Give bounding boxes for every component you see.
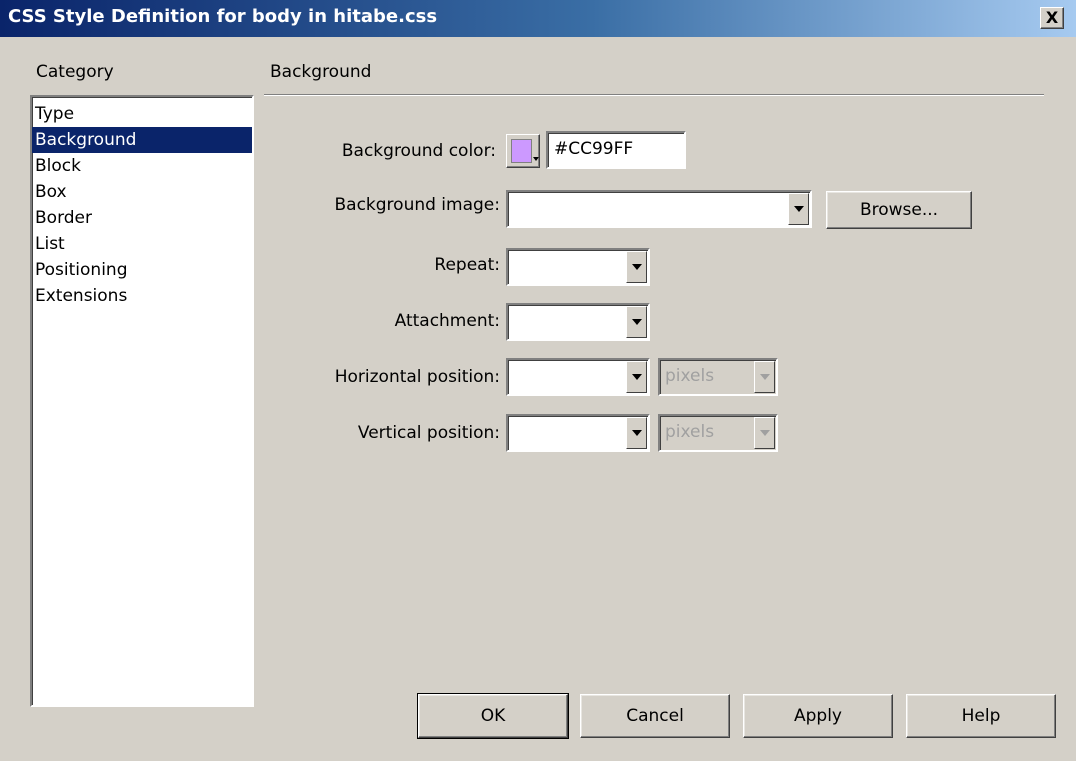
repeat-select[interactable]: [506, 248, 650, 286]
repeat-dropdown-button[interactable]: [626, 251, 647, 283]
chevron-down-icon: [794, 206, 804, 212]
category-item-block[interactable]: Block: [32, 153, 252, 179]
window-title: CSS Style Definition for body in hitabe.…: [8, 6, 438, 27]
horizontal-unit-value: pixels: [665, 366, 715, 386]
ok-button[interactable]: OK: [417, 693, 569, 739]
horizontal-position-dropdown-button[interactable]: [626, 361, 647, 393]
color-picker-button[interactable]: [506, 134, 540, 168]
category-item-type[interactable]: Type: [32, 101, 252, 127]
vertical-position-label: Vertical position:: [357, 423, 500, 443]
chevron-down-icon: [632, 319, 642, 325]
vertical-unit-select: pixels: [658, 414, 778, 452]
horizontal-position-label: Horizontal position:: [334, 367, 500, 387]
chevron-down-icon: [632, 264, 642, 270]
horizontal-unit-select: pixels: [658, 358, 778, 396]
help-button[interactable]: Help: [906, 694, 1056, 738]
horizontal-position-select[interactable]: [506, 358, 650, 396]
chevron-down-icon: [632, 374, 642, 380]
vertical-unit-dropdown-button: [754, 417, 775, 449]
background-image-combo[interactable]: [506, 190, 812, 228]
background-color-input[interactable]: #CC99FF: [546, 131, 686, 169]
horizontal-unit-dropdown-button: [754, 361, 775, 393]
background-image-dropdown-button[interactable]: [788, 193, 809, 225]
title-bar: CSS Style Definition for body in hitabe.…: [0, 0, 1076, 37]
category-item-background[interactable]: Background: [32, 127, 252, 153]
chevron-down-icon: [760, 430, 770, 436]
category-item-positioning[interactable]: Positioning: [32, 257, 252, 283]
category-item-border[interactable]: Border: [32, 205, 252, 231]
vertical-position-select[interactable]: [506, 414, 650, 452]
chevron-down-icon: [632, 430, 642, 436]
close-button[interactable]: X: [1040, 7, 1064, 29]
vertical-position-dropdown-button[interactable]: [626, 417, 647, 449]
repeat-label: Repeat:: [434, 255, 500, 275]
category-item-list[interactable]: List: [32, 231, 252, 257]
heading-divider: [264, 94, 1044, 96]
color-swatch-icon: [511, 139, 532, 163]
background-image-label: Background image:: [334, 195, 500, 215]
vertical-unit-value: pixels: [665, 422, 715, 442]
swatch-dropdown-icon: [533, 157, 539, 161]
category-heading: Category: [36, 62, 114, 82]
attachment-label: Attachment:: [394, 311, 500, 331]
attachment-select[interactable]: [506, 303, 650, 341]
browse-button[interactable]: Browse...: [826, 191, 972, 229]
apply-button[interactable]: Apply: [743, 694, 893, 738]
category-item-extensions[interactable]: Extensions: [32, 283, 252, 309]
cancel-button[interactable]: Cancel: [580, 694, 730, 738]
panel-heading: Background: [270, 62, 372, 82]
attachment-dropdown-button[interactable]: [626, 306, 647, 338]
background-color-label: Background color:: [341, 141, 496, 161]
category-item-box[interactable]: Box: [32, 179, 252, 205]
chevron-down-icon: [760, 374, 770, 380]
category-list[interactable]: Type Background Block Box Border List Po…: [30, 95, 254, 707]
close-icon: X: [1045, 8, 1059, 27]
